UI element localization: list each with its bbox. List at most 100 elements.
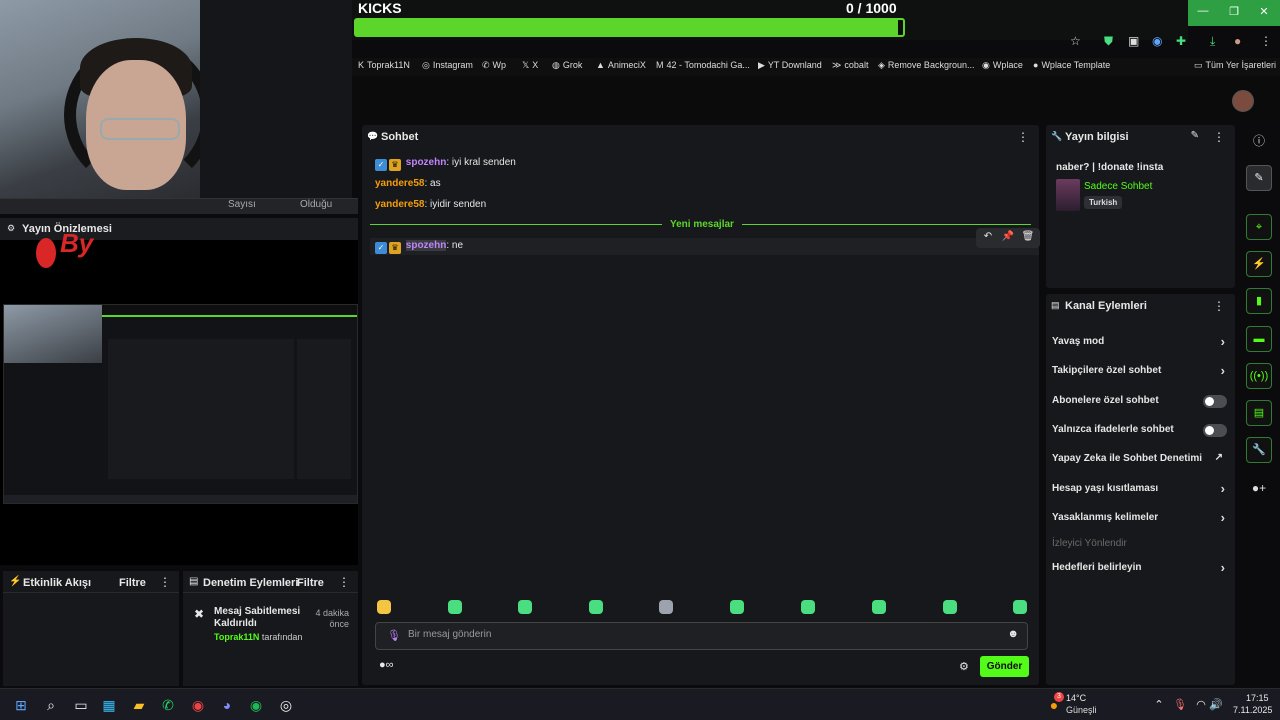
chat-username[interactable]: yandere58 — [375, 199, 424, 210]
mod-event-user[interactable]: Toprak11N — [214, 632, 259, 642]
emote-icon[interactable] — [801, 600, 815, 614]
clock-time[interactable]: 17:15 — [1246, 693, 1269, 703]
bookmark-item[interactable]: ◍ Grok — [552, 60, 582, 71]
chat-username[interactable]: spozehn — [405, 240, 447, 251]
category-name[interactable]: Sadece Sohbet — [1084, 181, 1152, 192]
task-view-icon[interactable]: ▭ — [72, 696, 90, 714]
wrench-icon[interactable]: 🔧 — [1246, 437, 1272, 463]
emoji-icon[interactable]: ☻ — [1007, 628, 1019, 640]
clock-date[interactable]: 7.11.2025 — [1233, 705, 1272, 715]
search-icon[interactable]: ⌕ — [42, 696, 60, 714]
actions-menu-icon[interactable]: ⋮ — [1213, 299, 1225, 313]
category-thumbnail[interactable] — [1056, 179, 1080, 211]
emote-icon[interactable] — [377, 600, 391, 614]
discord-icon[interactable]: ◕ — [218, 696, 236, 714]
channel-action-item[interactable]: Abonelere özel sohbet — [1052, 393, 1229, 411]
bookmark-item[interactable]: ● Wplace Template — [1033, 60, 1110, 70]
target-icon[interactable]: ⌖ — [1246, 214, 1272, 240]
broadcast-icon[interactable]: ((•)) — [1246, 363, 1272, 389]
weather-badge: 3 — [1054, 692, 1064, 702]
bookmark-label: cobalt — [844, 60, 869, 70]
tray-chevron-icon[interactable]: ⌃ — [1150, 696, 1168, 714]
chat-username[interactable]: yandere58 — [375, 178, 424, 189]
emote-icon[interactable] — [659, 600, 673, 614]
spotify-icon[interactable]: ◉ — [247, 696, 265, 714]
send-button[interactable]: Gönder — [980, 656, 1029, 677]
chat-username[interactable]: spozehn — [406, 157, 447, 168]
delete-icon[interactable]: 🗑 — [1018, 231, 1038, 242]
browser-menu-icon[interactable]: ⋮ — [1260, 34, 1272, 48]
gear-icon[interactable]: ⚙ — [959, 660, 969, 673]
screenshot-icon[interactable]: ▣ — [1128, 34, 1139, 48]
close-icon[interactable]: ✕ — [1249, 5, 1279, 18]
emote-icon[interactable] — [943, 600, 957, 614]
minimize-icon[interactable]: — — [1188, 5, 1218, 17]
emote-icon[interactable] — [448, 600, 462, 614]
bookmark-item[interactable]: ▭ Tüm Yer İşaretleri — [1194, 60, 1276, 71]
bookmark-item[interactable]: 𝕏X — [522, 60, 538, 71]
bookmark-item[interactable]: ✆ Wp — [482, 60, 506, 71]
channel-action-item[interactable]: Yavaş mod › — [1052, 334, 1229, 352]
add-widget-icon[interactable]: ●+ — [1246, 475, 1272, 501]
volume-icon[interactable]: 🔊 — [1207, 696, 1225, 714]
page-icon[interactable]: ▮ — [1246, 288, 1272, 314]
reply-icon[interactable]: ↶ — [978, 231, 998, 242]
infinity-icon[interactable]: ●∞ — [379, 659, 394, 671]
star-icon[interactable]: ☆ — [1070, 34, 1081, 48]
info-icon[interactable]: ⓘ — [1246, 128, 1272, 154]
stream-title: naber? | !donate !insta — [1056, 162, 1164, 173]
file-explorer-icon[interactable]: ▰ — [130, 696, 148, 714]
bookmark-item[interactable]: ◎ Instagram — [422, 60, 473, 71]
info-menu-icon[interactable]: ⋮ — [1213, 130, 1225, 144]
download-icon[interactable]: ⤓ — [1210, 34, 1215, 49]
emote-icon[interactable] — [730, 600, 744, 614]
bookmark-label: X — [532, 60, 539, 70]
bookmark-item[interactable]: ▶ YT Downland — [758, 60, 822, 71]
bookmark-label: Remove Backgroun... — [887, 60, 975, 70]
channel-action-item[interactable]: Takipçilere özel sohbet › — [1052, 363, 1229, 381]
emote-icon[interactable] — [589, 600, 603, 614]
activity-menu-icon[interactable]: ⋮ — [159, 575, 171, 589]
extensions-icon[interactable]: ✚ — [1176, 34, 1186, 48]
mic-icon[interactable]: 🎙 — [387, 629, 401, 642]
pencil-icon[interactable]: ✎ — [1246, 165, 1272, 191]
channel-action-item[interactable]: Hedefleri belirleyin › — [1052, 560, 1229, 578]
bookmark-item[interactable]: K Toprak11N — [358, 60, 410, 70]
profile-icon[interactable]: ● — [1234, 34, 1241, 48]
bookmark-item[interactable]: ▲ AnimeciX — [596, 60, 646, 70]
toggle-switch[interactable] — [1203, 395, 1227, 408]
pin-icon[interactable]: 📌 — [998, 231, 1018, 242]
emote-icon[interactable] — [872, 600, 886, 614]
chat-menu-icon[interactable]: ⋮ — [1017, 130, 1029, 144]
chat-bubble-icon[interactable]: ▬ — [1246, 326, 1272, 352]
channel-action-item[interactable]: Yapay Zeka ile Sohbet Denetimi ↗ — [1052, 451, 1229, 469]
avatar[interactable] — [1232, 90, 1254, 112]
activity-filter-button[interactable]: Filtre — [119, 577, 146, 589]
toggle-switch[interactable] — [1203, 424, 1227, 437]
channel-action-item[interactable]: Yalnızca ifadelerle sohbet — [1052, 422, 1229, 440]
bolt-icon[interactable]: ⚡ — [1246, 251, 1272, 277]
moderation-menu-icon[interactable]: ⋮ — [338, 575, 350, 589]
chrome-icon[interactable]: ◉ — [189, 696, 207, 714]
whatsapp-icon[interactable]: ✆ — [159, 696, 177, 714]
restore-icon[interactable]: ❐ — [1219, 5, 1249, 18]
bookmark-item[interactable]: ≫ cobalt — [832, 60, 868, 71]
emote-icon[interactable] — [1013, 600, 1027, 614]
emote-icon[interactable] — [518, 600, 532, 614]
mic-icon[interactable]: 🎙 — [1171, 696, 1189, 714]
layout-icon[interactable]: ▤ — [1246, 400, 1272, 426]
message-input[interactable] — [408, 629, 968, 640]
bookmark-item[interactable]: ◉ Wplace — [982, 60, 1023, 71]
bookmark-item[interactable]: ◈ Remove Backgroun... — [878, 60, 974, 71]
bookmark-icon: ◎ — [422, 60, 430, 70]
bookmark-item[interactable]: M 42 - Tomodachi Ga... — [656, 60, 750, 70]
edit-icon[interactable]: ✎ — [1191, 130, 1199, 141]
channel-action-item[interactable]: Yasaklanmış kelimeler › — [1052, 510, 1229, 528]
obs-icon[interactable]: ◎ — [277, 696, 295, 714]
channel-action-item[interactable]: Hesap yaşı kısıtlaması › — [1052, 481, 1229, 499]
audio-icon[interactable]: ◉ — [1152, 34, 1162, 48]
moderation-filter-button[interactable]: Filtre — [297, 577, 324, 589]
shield-icon[interactable]: ⛊ — [1104, 34, 1113, 49]
windows-start-icon[interactable]: ⊞ — [12, 696, 30, 714]
widgets-icon[interactable]: ▦ — [100, 696, 118, 714]
